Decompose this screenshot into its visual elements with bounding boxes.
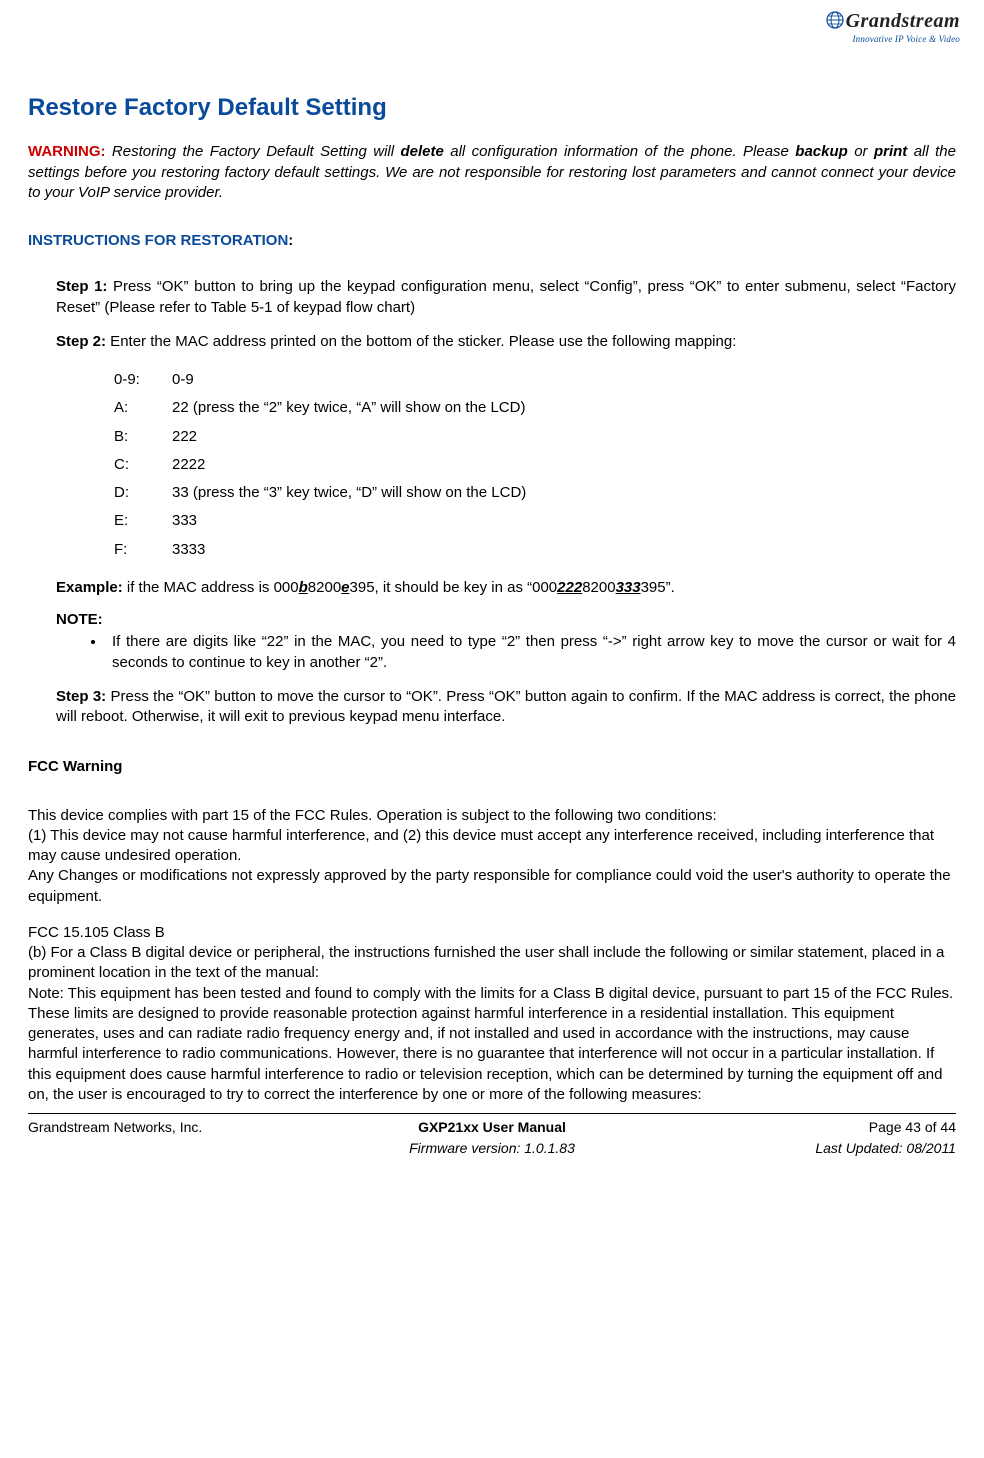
- brand-logo: Grandstream Innovative IP Voice & Video: [826, 8, 960, 45]
- footer-center: GXP21xx User Manual Firmware version: 1.…: [337, 1118, 646, 1158]
- fcc-p6: Note: This equipment has been tested and…: [28, 984, 956, 1106]
- footer-divider: [28, 1113, 956, 1114]
- step-1-label: Step 1:: [56, 278, 107, 295]
- fcc-p5: (b) For a Class B digital device or peri…: [28, 943, 956, 984]
- footer-right: Page 43 of 44 Last Updated: 08/2011: [647, 1118, 956, 1158]
- page-footer: Grandstream Networks, Inc. GXP21xx User …: [28, 1118, 956, 1158]
- step-2-text: Enter the MAC address printed on the bot…: [106, 333, 736, 350]
- footer-left: Grandstream Networks, Inc.: [28, 1118, 337, 1158]
- step-3: Step 3: Press the “OK” button to move th…: [56, 687, 956, 728]
- step-2: Step 2: Enter the MAC address printed on…: [56, 332, 956, 352]
- table-row: F:3333: [114, 536, 534, 564]
- fcc-body: This device complies with part 15 of the…: [28, 806, 956, 1106]
- example-line: Example: if the MAC address is 000b8200e…: [56, 578, 956, 598]
- fcc-p2: (1) This device may not cause harmful in…: [28, 826, 956, 867]
- warning-label: WARNING:: [28, 143, 106, 160]
- table-row: C:2222: [114, 451, 534, 479]
- step-1: Step 1: Press “OK” button to bring up th…: [56, 277, 956, 318]
- globe-icon: [826, 11, 844, 29]
- note-label: NOTE:: [56, 610, 956, 630]
- step-1-text: Press “OK” button to bring up the keypad…: [56, 278, 956, 315]
- fcc-p4: FCC 15.105 Class B: [28, 923, 956, 943]
- list-item: If there are digits like “22” in the MAC…: [106, 632, 956, 673]
- fcc-heading: FCC Warning: [28, 757, 956, 777]
- brand-name: Grandstream: [826, 8, 960, 35]
- fcc-p3: Any Changes or modifications not express…: [28, 866, 956, 907]
- note-list: If there are digits like “22” in the MAC…: [84, 632, 956, 673]
- brand-text: Grandstream: [846, 10, 960, 32]
- table-row: E:333: [114, 507, 534, 535]
- table-row: 0-9:0-9: [114, 366, 534, 394]
- page-title: Restore Factory Default Setting: [28, 92, 956, 124]
- fcc-p1: This device complies with part 15 of the…: [28, 806, 956, 826]
- table-row: B:222: [114, 423, 534, 451]
- step-2-label: Step 2:: [56, 333, 106, 350]
- warning-paragraph: WARNING: Restoring the Factory Default S…: [28, 142, 956, 203]
- instructions-heading: INSTRUCTIONS FOR RESTORATION:: [28, 231, 956, 251]
- step-3-text: Press the “OK” button to move the cursor…: [56, 688, 956, 725]
- key-mapping-table: 0-9:0-9 A:22 (press the “2” key twice, “…: [114, 366, 534, 564]
- table-row: D:33 (press the “3” key twice, “D” will …: [114, 479, 534, 507]
- step-3-label: Step 3:: [56, 688, 106, 705]
- table-row: A:22 (press the “2” key twice, “A” will …: [114, 394, 534, 422]
